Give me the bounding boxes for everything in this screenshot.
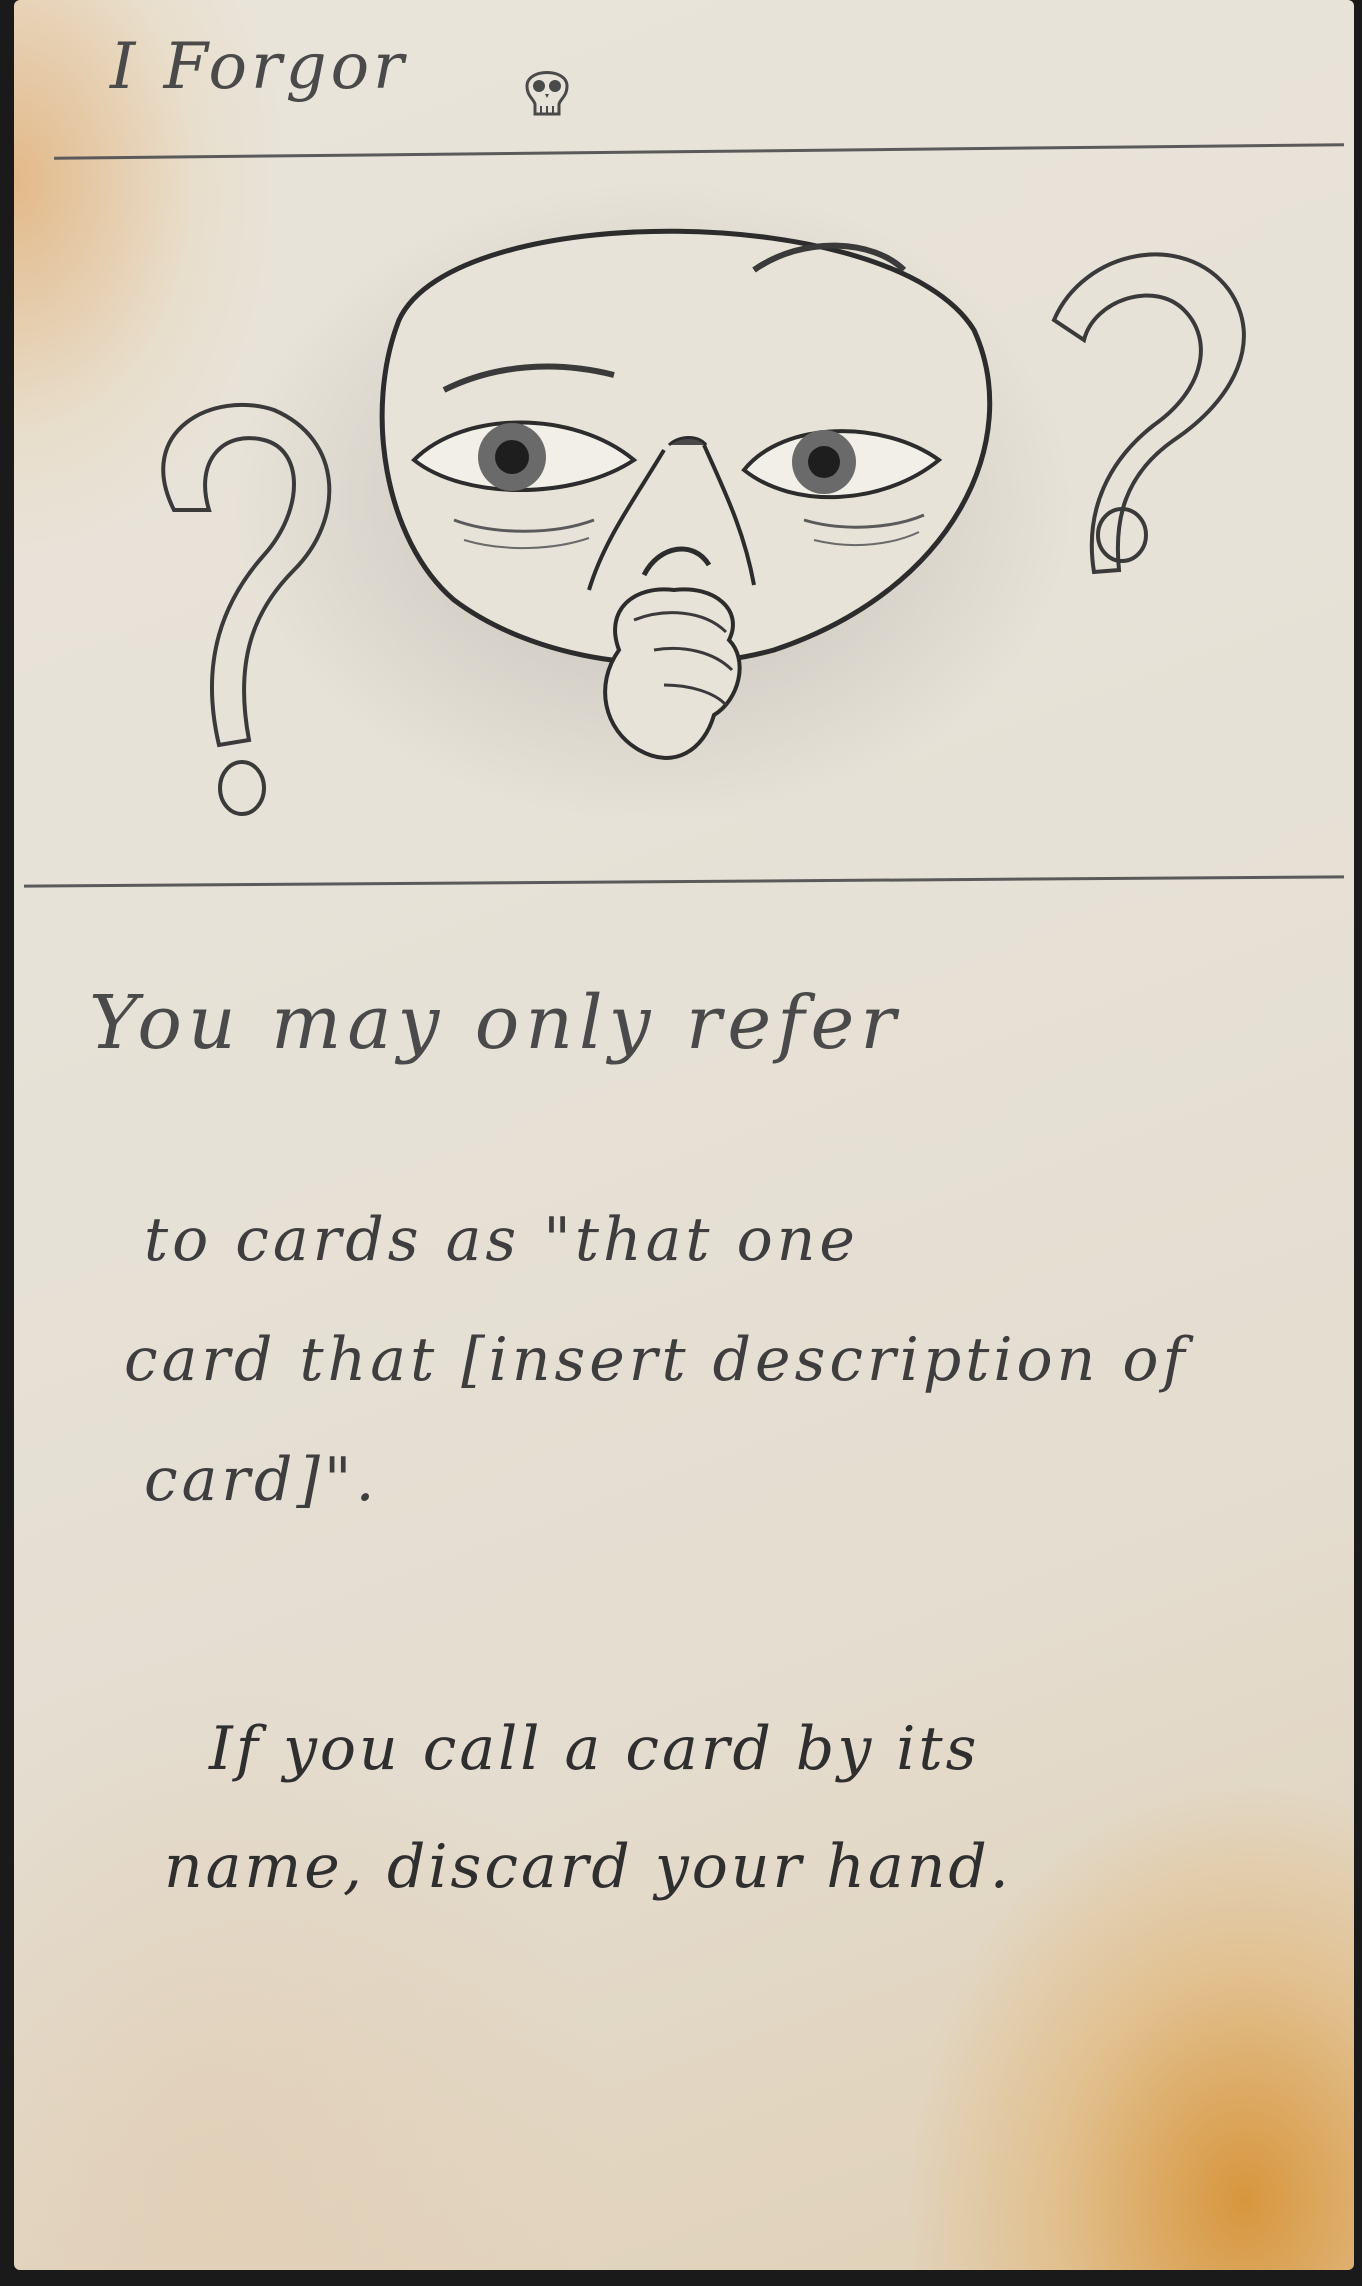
rule-line-1: You may only refer xyxy=(89,980,902,1066)
rule-line-4: card]". xyxy=(144,1445,379,1515)
card-title: I Forgor xyxy=(110,30,408,104)
penalty-line-1: If you call a card by its xyxy=(209,1714,980,1784)
rule-line-2: to cards as "that one xyxy=(144,1205,859,1275)
rule-text-body: to cards as "that one card that [insert … xyxy=(124,1180,1344,1540)
penalty-text: If you call a card by its name, discard … xyxy=(164,1690,1354,1926)
rule-text-heading: You may only refer xyxy=(89,980,1289,1066)
rule-line-3: card that [insert description of xyxy=(124,1325,1189,1395)
playing-card: I Forgor You may only refer to cards as … xyxy=(14,0,1354,2270)
question-mark-icon xyxy=(1051,252,1246,575)
card-illustration xyxy=(161,180,1246,820)
skull-icon xyxy=(525,71,569,116)
penalty-line-2: name, discard your hand. xyxy=(164,1832,1012,1902)
